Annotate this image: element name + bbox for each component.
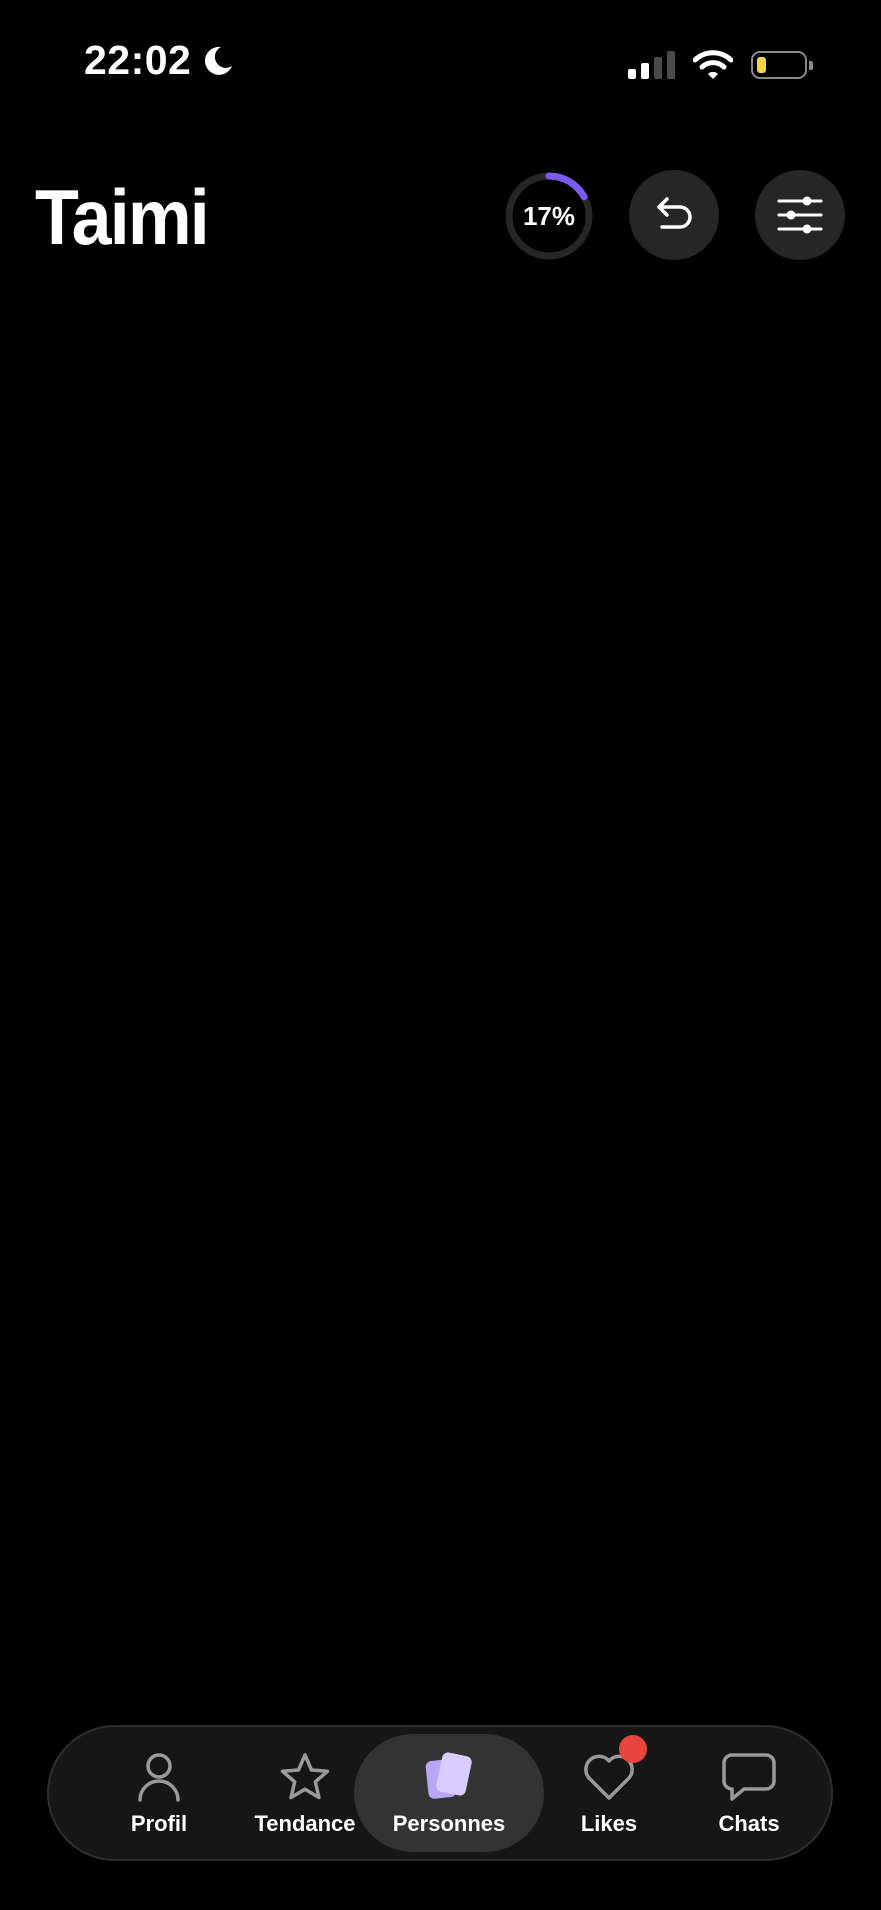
- moon-icon: [205, 46, 233, 75]
- status-bar: 22:02: [0, 0, 881, 130]
- likes-notification-badge: [619, 1735, 647, 1763]
- tab-profil[interactable]: Profil: [99, 1727, 219, 1859]
- tab-label-personnes: Personnes: [392, 1811, 506, 1836]
- tab-personnes[interactable]: Personnes: [354, 1727, 544, 1859]
- clock-group: 22:02: [84, 40, 235, 81]
- person-icon: [138, 1753, 180, 1802]
- battery-level: [757, 57, 766, 73]
- status-icons: [628, 50, 813, 80]
- cards-icon: [425, 1752, 472, 1799]
- chat-bubble-icon: [722, 1753, 776, 1801]
- wifi-icon: [693, 50, 733, 79]
- tab-label-tendance: Tendance: [254, 1811, 356, 1836]
- progress-label: 17%: [522, 200, 576, 231]
- battery-icon: [751, 51, 813, 79]
- tab-label-profil: Profil: [130, 1811, 188, 1836]
- signal-icon: [628, 51, 675, 79]
- tab-likes[interactable]: Likes: [549, 1727, 669, 1859]
- tab-label-likes: Likes: [580, 1811, 638, 1836]
- sliders-icon: [777, 196, 823, 234]
- undo-icon: [657, 197, 692, 229]
- profile-completion-ring[interactable]: 17%: [503, 170, 595, 262]
- top-header: Taimi 17%: [0, 160, 881, 270]
- status-time: 22:02: [84, 37, 192, 83]
- filter-button[interactable]: [755, 170, 845, 260]
- tab-chats[interactable]: Chats: [689, 1727, 809, 1859]
- app-logo: Taimi: [35, 173, 210, 261]
- bottom-tab-bar: Profil Tendance Personnes Likes Chats: [47, 1725, 833, 1861]
- tab-label-chats: Chats: [718, 1811, 780, 1836]
- star-icon: [280, 1753, 330, 1800]
- undo-button[interactable]: [629, 170, 719, 260]
